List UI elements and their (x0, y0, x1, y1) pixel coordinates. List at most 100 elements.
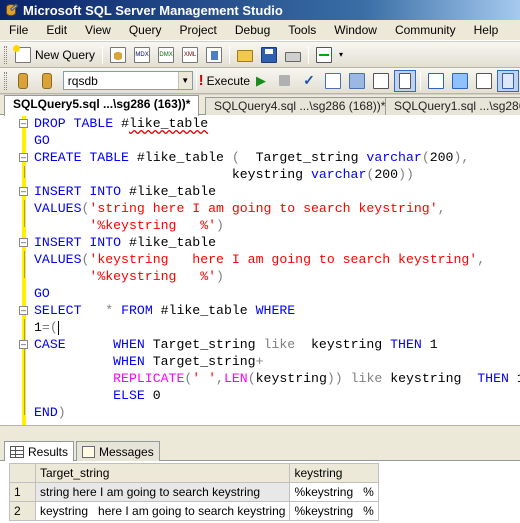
tab-messages[interactable]: Messages (76, 441, 160, 461)
tab-sqlquery4[interactable]: SQLQuery4.sql ...\sg286 (168))* (205, 97, 395, 115)
menu-edit[interactable]: Edit (37, 20, 76, 41)
collapse-toggle-icon[interactable]: – (19, 119, 28, 128)
code-line[interactable]: CREATE TABLE #like_table ( Target_string… (34, 149, 469, 166)
query-designer-button[interactable] (346, 70, 368, 92)
specify-template-values-button[interactable] (496, 69, 519, 92)
toolbar-grip[interactable] (4, 71, 7, 90)
comment-out-button[interactable] (473, 70, 495, 92)
parse-button[interactable]: ✓ (298, 70, 320, 92)
sql-compact-query-button[interactable] (203, 44, 225, 66)
code-line[interactable]: keystring varchar(200)) (34, 166, 414, 183)
code-line[interactable]: VALUES('keystring here I am going to sea… (34, 251, 485, 268)
code-line[interactable]: INSERT INTO #like_table (34, 183, 216, 200)
code-line[interactable]: CASE WHEN Target_string like keystring T… (34, 336, 438, 353)
debug-button[interactable]: ▶ (250, 70, 272, 92)
database-select[interactable]: rqsdb ▼ (62, 71, 193, 90)
menu-help[interactable]: Help (465, 20, 508, 41)
table-row[interactable]: 2 keystring here I am going to search ke… (9, 501, 379, 521)
collapse-toggle-icon[interactable]: – (19, 187, 28, 196)
column-header-keystring[interactable]: keystring (289, 463, 379, 483)
menu-bar: File Edit View Query Project Debug Tools… (0, 20, 520, 41)
row-number[interactable]: 2 (9, 501, 36, 521)
print-button[interactable] (282, 44, 304, 66)
include-actual-plan-button[interactable] (425, 70, 447, 92)
editor-margin (0, 115, 18, 425)
results-to-text-button[interactable] (370, 70, 392, 92)
table-row[interactable]: 1 string here I am going to search keyst… (9, 482, 379, 502)
query-editor[interactable]: – – – – – – DROP TABLE #like_table GO CREA… (0, 115, 520, 425)
change-connection-button[interactable] (36, 70, 58, 92)
code-token: keystring (255, 371, 327, 386)
cell-target-string[interactable]: keystring here I am going to search keys… (34, 501, 291, 521)
code-line[interactable]: 1=( (34, 319, 59, 336)
analysis-dmx-query-button[interactable]: DMX (155, 44, 177, 66)
grid-corner-header[interactable] (9, 463, 36, 483)
menu-view[interactable]: View (76, 20, 120, 41)
results-tabs: Results Messages (0, 437, 520, 461)
code-token: LEN (223, 371, 248, 386)
toolbar-options-button[interactable]: ▾ (337, 44, 345, 66)
code-token: ' ' (192, 371, 217, 386)
results-grid[interactable]: Target_string keystring 1 string here I … (9, 463, 379, 521)
code-line[interactable]: WHEN Target_string+ (34, 353, 263, 370)
code-line[interactable]: GO (34, 132, 50, 149)
display-estimated-plan-button[interactable] (322, 70, 344, 92)
collapse-toggle-icon[interactable]: – (19, 340, 28, 349)
checkmark-icon: ✓ (303, 72, 315, 88)
code-line[interactable]: REPLICATE(' ',LEN(keystring)) like keyst… (34, 370, 520, 387)
code-line[interactable]: VALUES('string here I am going to search… (34, 200, 446, 217)
code-token: GO (34, 286, 50, 301)
code-line[interactable]: SELECT * FROM #like_table WHERE (34, 302, 295, 319)
cell-target-string[interactable]: string here I am going to search keystri… (34, 482, 291, 502)
code-line[interactable]: ELSE 0 (34, 387, 161, 404)
code-token: , (216, 371, 224, 386)
tab-results[interactable]: Results (4, 441, 75, 461)
connect-button[interactable] (12, 70, 34, 92)
new-query-button[interactable]: New Query (12, 44, 98, 66)
code-line[interactable]: END) (34, 404, 66, 421)
code-token: VALUES (34, 201, 82, 216)
document-tabs: SQLQuery5.sql ...\sg286 (163))* SQLQuery… (0, 95, 520, 116)
code-line[interactable]: '%keystring %') (34, 217, 224, 234)
menu-project[interactable]: Project (171, 20, 226, 41)
analysis-mdx-query-button[interactable]: MDX (131, 44, 153, 66)
cancel-query-button[interactable] (274, 70, 296, 92)
menu-query[interactable]: Query (120, 20, 171, 41)
analysis-xmla-query-button[interactable]: XML (179, 44, 201, 66)
client-statistics-button[interactable] (449, 70, 471, 92)
collapse-toggle-icon[interactable]: – (19, 238, 28, 247)
column-header-target-string[interactable]: Target_string (34, 463, 291, 483)
menu-tools[interactable]: Tools (279, 20, 325, 41)
title-bar: Microsoft SQL Server Management Studio (0, 0, 520, 20)
sql-editor-toolbar: rqsdb ▼ ! Execute ▶ ✓ (0, 68, 520, 94)
code-line[interactable]: '%keystring %') (34, 268, 224, 285)
results-pane: Target_string keystring 1 string here I … (0, 461, 520, 523)
collapse-toggle-icon[interactable]: – (19, 153, 28, 162)
code-token: VALUES (34, 252, 82, 267)
tab-sqlquery5[interactable]: SQLQuery5.sql ...\sg286 (163))* (4, 95, 200, 116)
outline-line (24, 166, 25, 178)
open-file-button[interactable] (234, 44, 256, 66)
menu-debug[interactable]: Debug (226, 20, 279, 41)
menu-window[interactable]: Window (325, 20, 386, 41)
menu-file[interactable]: File (0, 20, 37, 41)
activity-monitor-button[interactable] (313, 44, 335, 66)
chevron-down-icon[interactable]: ▼ (177, 72, 192, 89)
save-button[interactable] (258, 44, 280, 66)
cell-keystring[interactable]: %keystring % (289, 501, 379, 521)
menu-community[interactable]: Community (386, 20, 465, 41)
database-engine-query-button[interactable] (107, 44, 129, 66)
cell-keystring[interactable]: %keystring % (289, 482, 379, 502)
execute-button[interactable]: ! Execute (199, 70, 250, 92)
code-line[interactable]: INSERT INTO #like_table (34, 234, 216, 251)
tab-sqlquery1[interactable]: SQLQuery1.sql ...\sg286 (385, 97, 520, 115)
code-line[interactable]: DROP TABLE #like_table (34, 115, 208, 132)
code-line[interactable]: GO (34, 285, 50, 302)
toolbar-separator (102, 45, 104, 64)
collapse-toggle-icon[interactable]: – (19, 306, 28, 315)
editor-results-splitter[interactable] (0, 425, 520, 437)
code-token: , (477, 252, 486, 267)
results-to-grid-button[interactable] (393, 69, 416, 92)
toolbar-grip[interactable] (4, 45, 7, 64)
row-number[interactable]: 1 (9, 482, 36, 502)
